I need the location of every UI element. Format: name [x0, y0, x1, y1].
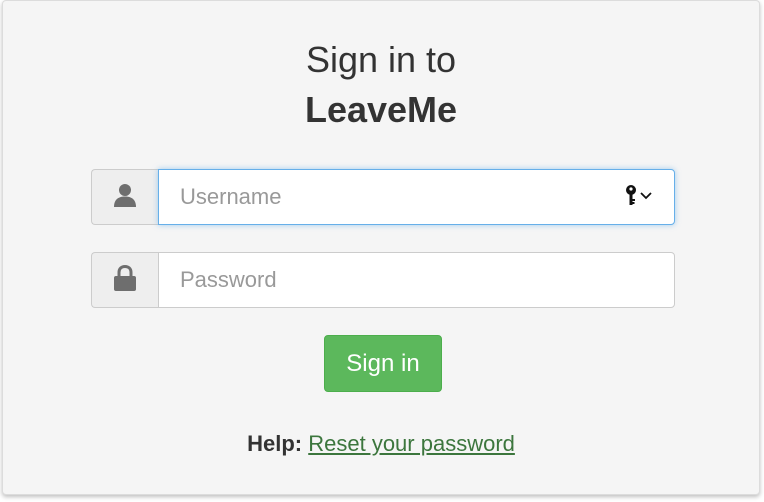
username-field-wrap: [158, 169, 675, 225]
password-manager-dropdown[interactable]: [625, 184, 653, 211]
reset-password-link[interactable]: Reset your password: [308, 431, 515, 456]
help-line: Help: Reset your password: [3, 431, 759, 457]
password-input[interactable]: [158, 252, 675, 308]
password-field-wrap: [158, 252, 675, 308]
app-name: LeaveMe: [304, 89, 458, 130]
username-addon: [91, 169, 158, 225]
key-icon: [625, 184, 637, 211]
sign-in-button[interactable]: Sign in: [324, 335, 442, 392]
username-group: [91, 169, 675, 225]
username-input[interactable]: [158, 169, 675, 225]
help-label: Help:: [247, 431, 303, 456]
password-group: [91, 252, 675, 308]
user-icon: [112, 182, 138, 213]
lock-icon: [112, 264, 138, 297]
login-panel: Sign in to LeaveMe Username Sign in Help…: [2, 0, 760, 495]
password-addon: [91, 252, 158, 308]
page-title: Sign in to: [305, 39, 457, 80]
chevron-down-icon: [639, 188, 653, 206]
